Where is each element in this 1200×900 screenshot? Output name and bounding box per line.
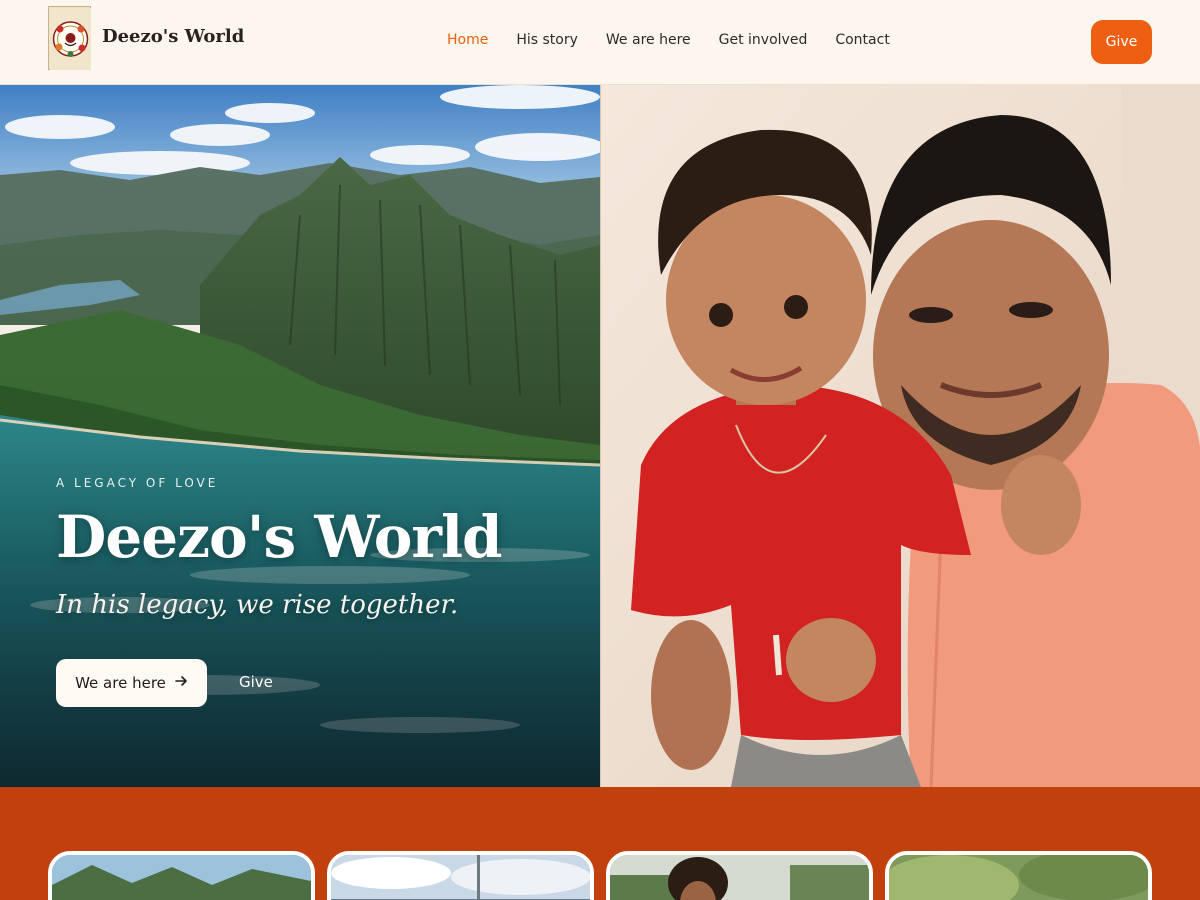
logo-crest-icon[interactable] [48,6,91,70]
we-are-here-label: We are here [75,674,166,692]
nav-item-home[interactable]: Home [447,32,488,48]
brand-name[interactable]: Deezo's World [102,26,244,47]
nav-item-contact[interactable]: Contact [835,32,889,48]
main-nav: Home His story We are here Get involved … [447,32,890,48]
we-are-here-button[interactable]: We are here [56,659,207,707]
feature-card-3[interactable] [606,851,873,900]
give-button-header[interactable]: Give [1091,20,1152,64]
site-header: Deezo's World Home His story We are here… [0,0,1200,85]
hero-eyebrow: A LEGACY OF LOVE [56,476,219,490]
hero-portrait-image [600,85,1200,787]
nav-item-his-story[interactable]: His story [516,32,578,48]
arrow-right-icon [174,674,188,692]
hero-landscape-image: A LEGACY OF LOVE Deezo's World In his le… [0,85,600,787]
hero-tagline: In his legacy, we rise together. [56,590,459,620]
nav-item-get-involved[interactable]: Get involved [719,32,808,48]
featured-band [0,787,1200,900]
give-button-hero[interactable]: Give [239,673,273,691]
hero-title: Deezo's World [56,503,503,571]
feature-card-4[interactable] [885,851,1152,900]
feature-card-2[interactable] [327,851,594,900]
nav-item-we-are-here[interactable]: We are here [606,32,691,48]
hero-section: A LEGACY OF LOVE Deezo's World In his le… [0,85,1200,787]
feature-card-1[interactable] [48,851,315,900]
